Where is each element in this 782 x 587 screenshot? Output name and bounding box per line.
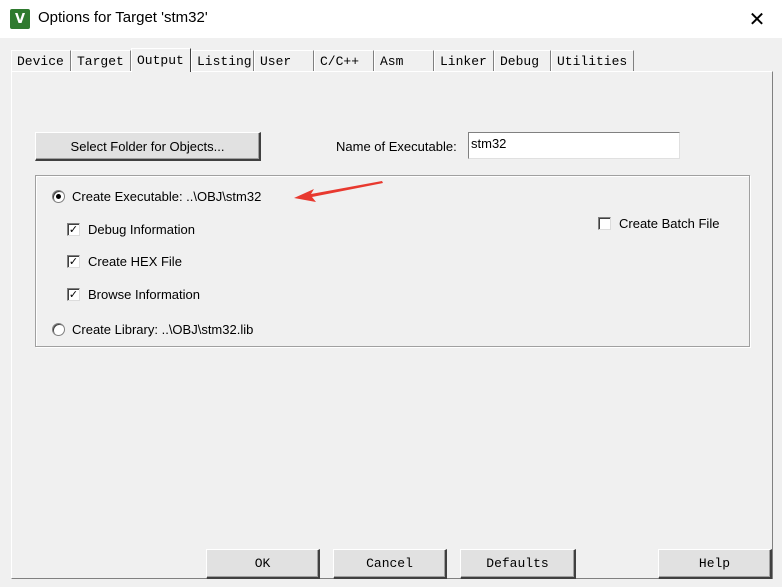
checkbox-checked-icon[interactable]: ✓ (67, 255, 80, 268)
output-tab-panel: Select Folder for Objects... Name of Exe… (11, 71, 773, 579)
hex-file-option[interactable]: ✓ Create HEX File (67, 254, 182, 269)
tab-user[interactable]: User (254, 50, 314, 71)
browse-info-label: Browse Information (88, 287, 200, 302)
ok-button[interactable]: OK (206, 549, 320, 579)
executable-name-input[interactable]: stm32 (468, 132, 680, 159)
batch-file-label: Create Batch File (619, 216, 720, 231)
executable-name-label: Name of Executable: (336, 139, 457, 154)
tab-linker[interactable]: Linker (434, 50, 494, 71)
radio-selected-icon[interactable] (52, 190, 65, 203)
radio-unselected-icon[interactable] (52, 323, 65, 336)
tab-debug[interactable]: Debug (494, 50, 551, 71)
browse-info-option[interactable]: ✓ Browse Information (67, 287, 200, 302)
batch-file-option[interactable]: Create Batch File (598, 216, 719, 231)
output-options-group: Create Executable: ..\OBJ\stm32 ✓ Debug … (35, 175, 750, 347)
defaults-button[interactable]: Defaults (460, 549, 576, 579)
help-button[interactable]: Help (658, 549, 772, 579)
select-folder-button[interactable]: Select Folder for Objects... (35, 132, 261, 161)
create-library-label: Create Library: ..\OBJ\stm32.lib (72, 322, 254, 337)
tab-asm[interactable]: Asm (374, 50, 434, 71)
hex-file-label: Create HEX File (88, 254, 182, 269)
create-library-option[interactable]: Create Library: ..\OBJ\stm32.lib (52, 322, 253, 337)
title-bar: V Options for Target 'stm32' ✕ (0, 0, 782, 38)
checkbox-unchecked-icon[interactable] (598, 217, 611, 230)
debug-info-option[interactable]: ✓ Debug Information (67, 222, 195, 237)
tab-listing[interactable]: Listing (191, 50, 254, 71)
checkbox-checked-icon[interactable]: ✓ (67, 288, 80, 301)
create-executable-option[interactable]: Create Executable: ..\OBJ\stm32 (52, 189, 261, 204)
arrow-shape (294, 181, 383, 202)
tab-c-cpp[interactable]: C/C++ (314, 50, 374, 71)
dialog-body: Device Target Output Listing User C/C++ … (0, 38, 782, 587)
debug-info-label: Debug Information (88, 222, 195, 237)
tab-output[interactable]: Output (131, 48, 191, 72)
annotation-arrow-icon (294, 181, 383, 202)
checkbox-checked-icon[interactable]: ✓ (67, 223, 80, 236)
keil-uvision-icon: V (10, 9, 30, 29)
tab-target[interactable]: Target (71, 50, 131, 71)
create-executable-label: Create Executable: ..\OBJ\stm32 (72, 189, 262, 204)
tab-device[interactable]: Device (11, 50, 71, 71)
tab-strip: Device Target Output Listing User C/C++ … (11, 48, 634, 72)
tab-utilities[interactable]: Utilities (551, 50, 634, 71)
close-button[interactable]: ✕ (742, 4, 772, 34)
window-title: Options for Target 'stm32' (38, 9, 208, 26)
cancel-button[interactable]: Cancel (333, 549, 447, 579)
